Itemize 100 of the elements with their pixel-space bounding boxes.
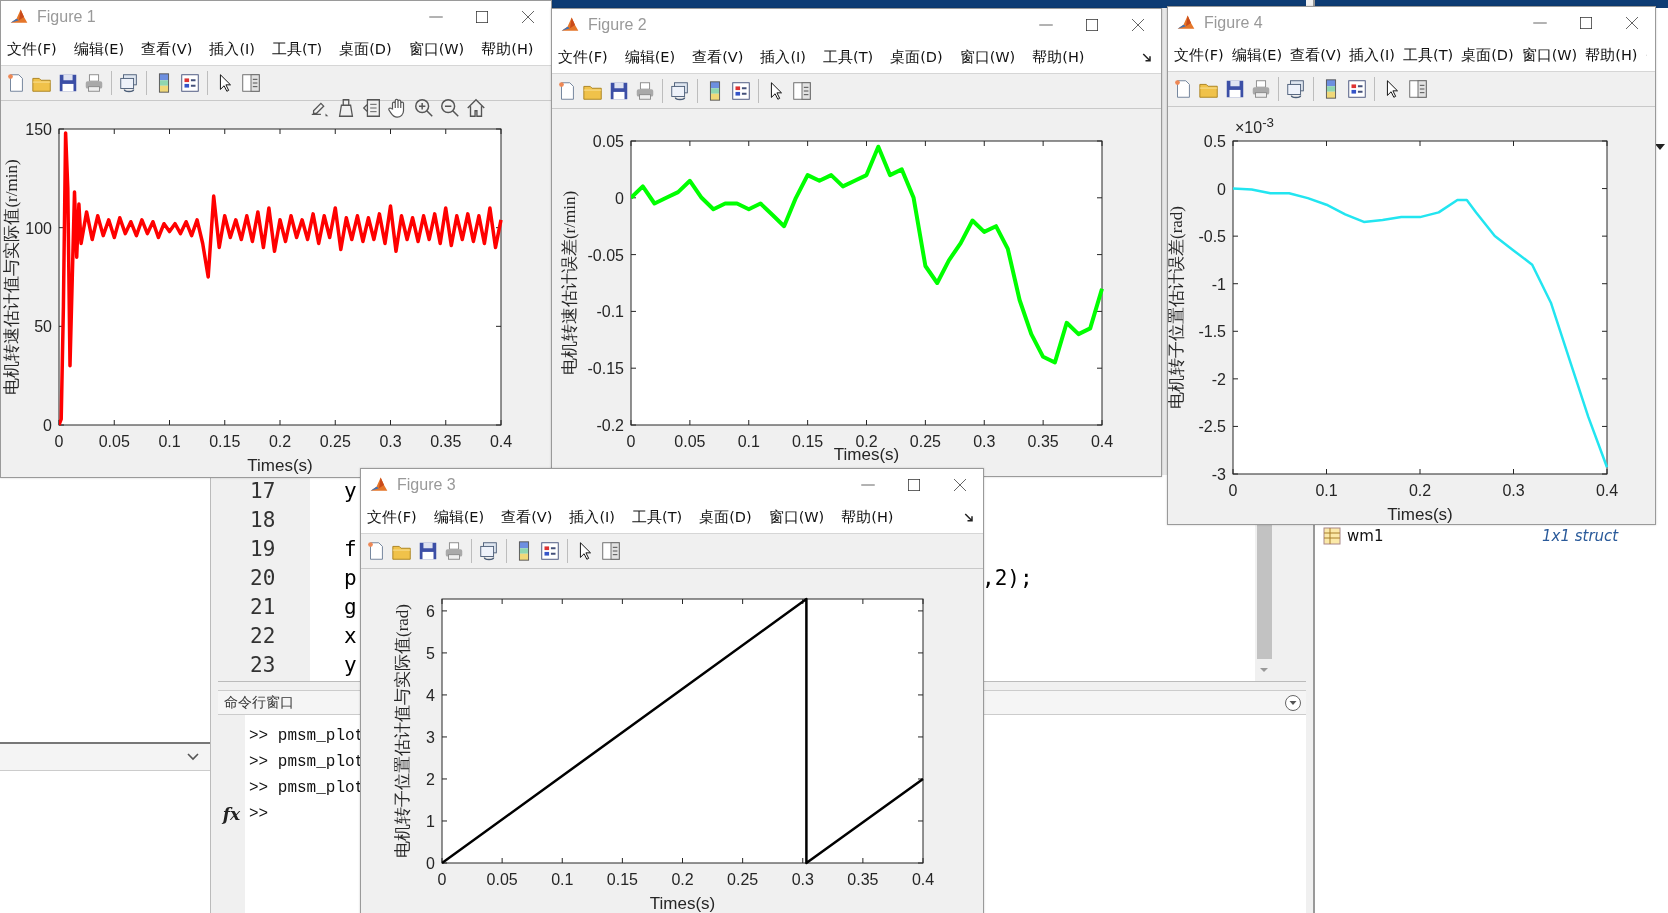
y-axis-label: 电机转子位置估计误差(rad) xyxy=(1168,206,1186,409)
maximize-icon[interactable] xyxy=(473,8,491,26)
legend-icon[interactable] xyxy=(1346,78,1368,100)
menu-item[interactable]: 查看(V) xyxy=(141,39,193,59)
axis-tick-label: -0.2 xyxy=(596,417,624,434)
menu-item[interactable]: 帮助(H) xyxy=(1032,47,1085,67)
axis-tick-label: 0.35 xyxy=(847,871,879,888)
legend-icon[interactable] xyxy=(539,540,561,562)
floppy-icon[interactable] xyxy=(57,72,79,94)
menu-item[interactable]: 桌面(D) xyxy=(699,507,752,527)
menu-item[interactable]: 帮助(H) xyxy=(841,507,894,527)
axis-tick-label: 0.15 xyxy=(792,433,824,450)
window-title: Figure 3 xyxy=(397,476,456,494)
dropdown-arrow-icon[interactable] xyxy=(1655,144,1665,150)
axis-tick-label: 0 xyxy=(615,189,624,207)
floppy-icon[interactable] xyxy=(417,540,439,562)
linked-windows-icon[interactable] xyxy=(478,540,500,562)
menu-item[interactable]: 插入(I) xyxy=(209,39,255,59)
printer-icon[interactable] xyxy=(634,80,656,102)
maximize-icon[interactable] xyxy=(905,476,923,494)
panel-icon[interactable] xyxy=(240,72,262,94)
zoom-in-icon[interactable] xyxy=(413,97,435,119)
zoom-out-icon[interactable] xyxy=(439,97,461,119)
window-title: Figure 4 xyxy=(1204,14,1263,32)
menu-item[interactable]: 桌面(D) xyxy=(339,39,392,59)
menu-item[interactable]: 桌面(D) xyxy=(890,47,943,67)
axis-tick-label: 0.2 xyxy=(1408,482,1432,499)
menu-item[interactable]: 插入(I) xyxy=(1349,45,1395,65)
menu-item[interactable]: 工具(T) xyxy=(631,507,683,527)
close-icon[interactable] xyxy=(1129,16,1147,34)
menu-item[interactable]: 查看(V) xyxy=(692,47,744,67)
axis-tick-label: 0.4 xyxy=(911,871,935,888)
close-icon[interactable] xyxy=(1623,14,1641,32)
axis-tick-label: 0.1 xyxy=(1315,482,1338,499)
line-number: 18 xyxy=(249,507,277,534)
scrollbar-thumb[interactable] xyxy=(1256,525,1272,659)
legend-icon[interactable] xyxy=(730,80,752,102)
axis-tick-label: -2 xyxy=(1211,370,1226,388)
menu-item[interactable]: 编辑(E) xyxy=(1231,45,1283,65)
code-text: y xyxy=(344,478,357,505)
menu-item[interactable]: 插入(I) xyxy=(760,47,806,67)
close-icon[interactable] xyxy=(519,8,537,26)
menu-item[interactable]: 工具(T) xyxy=(822,47,874,67)
axis-tick-label: 0.2 xyxy=(268,433,292,450)
menu-item[interactable]: 窗口(W) xyxy=(1521,45,1578,65)
printer-icon[interactable] xyxy=(443,540,465,562)
close-icon[interactable] xyxy=(951,476,969,494)
line-number: 22 xyxy=(249,623,277,650)
floppy-icon[interactable] xyxy=(608,80,630,102)
axis-tick-label: 0.3 xyxy=(1502,482,1525,499)
axis-tick-label: -1.5 xyxy=(1198,323,1226,341)
menu-item[interactable]: 插入(I) xyxy=(569,507,615,527)
menu-item[interactable]: 帮助(H) xyxy=(1585,45,1638,65)
panel-icon[interactable] xyxy=(600,540,622,562)
maximize-icon[interactable] xyxy=(1083,16,1101,34)
dock-arrow-icon[interactable] xyxy=(1141,51,1153,63)
menu-item[interactable]: 工具(T) xyxy=(271,39,323,59)
menu-item[interactable]: 编辑(E) xyxy=(73,39,125,59)
command-text: >> pmsm_plot xyxy=(249,726,365,747)
axis-tick-label: 0.3 xyxy=(791,871,814,888)
menu-item[interactable]: 帮助(H) xyxy=(481,39,534,59)
legend-icon[interactable] xyxy=(179,72,201,94)
maximize-icon[interactable] xyxy=(1577,14,1595,32)
function-icon[interactable]: fx xyxy=(222,804,241,824)
list-icon[interactable] xyxy=(361,97,383,119)
menu-item[interactable]: 编辑(E) xyxy=(433,507,485,527)
linked-windows-icon[interactable] xyxy=(1285,78,1307,100)
panel-icon[interactable] xyxy=(1407,78,1429,100)
axis-tick-label: 0 xyxy=(54,433,64,450)
menu-item[interactable]: 窗口(W) xyxy=(408,39,465,59)
dock-arrow-icon[interactable] xyxy=(963,511,975,523)
linked-windows-icon[interactable] xyxy=(118,72,140,94)
dropdown-bar[interactable] xyxy=(0,742,210,771)
command-prompt[interactable]: >> xyxy=(249,801,269,827)
menu-item[interactable]: 文件(F) xyxy=(1174,45,1224,65)
floppy-icon[interactable] xyxy=(1224,78,1246,100)
home-icon[interactable] xyxy=(465,97,487,119)
panel-icon[interactable] xyxy=(791,80,813,102)
printer-icon[interactable] xyxy=(83,72,105,94)
command-text: >> pmsm_plot xyxy=(249,778,365,799)
menu-item[interactable]: 编辑(E) xyxy=(624,47,676,67)
axis-tick-label: 2 xyxy=(426,770,435,788)
menu-item[interactable]: 查看(V) xyxy=(501,507,553,527)
menu-item[interactable]: 桌面(D) xyxy=(1461,45,1514,65)
dropdown-icon[interactable] xyxy=(1284,693,1302,712)
menu-item[interactable]: 窗口(W) xyxy=(959,47,1016,67)
menu-item[interactable]: 文件(F) xyxy=(7,39,57,59)
axis-tick-label: 5 xyxy=(426,644,435,662)
menu-item[interactable]: 文件(F) xyxy=(367,507,417,527)
menu-item[interactable]: 工具(T) xyxy=(1402,45,1454,65)
menu-item[interactable]: 查看(V) xyxy=(1290,45,1342,65)
code-text: x xyxy=(344,623,357,650)
menu-item[interactable]: 文件(F) xyxy=(558,47,608,67)
printer-icon[interactable] xyxy=(1250,78,1272,100)
variable-name[interactable]: wm1 xyxy=(1347,527,1542,545)
menu-item[interactable]: 窗口(W) xyxy=(768,507,825,527)
axis-tick-label: 50 xyxy=(34,318,52,336)
linked-windows-icon[interactable] xyxy=(669,80,691,102)
x-axis-label: Times(s) xyxy=(1387,505,1453,524)
axis-tick-label: 0.25 xyxy=(909,433,941,450)
